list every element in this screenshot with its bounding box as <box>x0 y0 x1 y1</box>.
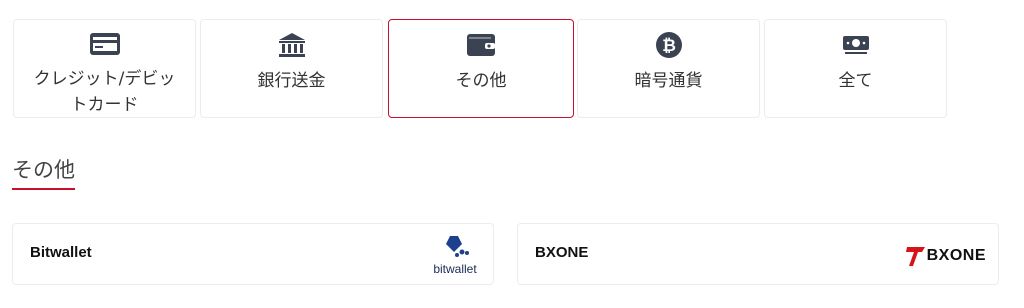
tab-label: 全て <box>838 71 873 91</box>
svg-text:₿: ₿ <box>662 36 676 56</box>
credit-card-icon <box>89 32 121 56</box>
tab-other[interactable]: その他 <box>388 19 574 118</box>
payment-method-bitwallet[interactable]: Bitwallet bitwallet <box>12 223 494 285</box>
bxone-logo: BXONE <box>905 244 986 268</box>
logo-text: BXONE <box>926 247 986 264</box>
tab-label: クレジット/デビットカード <box>33 69 176 115</box>
tab-crypto[interactable]: ₿ 暗号通貨 <box>577 19 760 118</box>
bank-icon <box>278 32 306 58</box>
section-title-underline <box>12 188 75 190</box>
bitwallet-logo: bitwallet <box>429 234 481 276</box>
tab-label: その他 <box>455 71 507 91</box>
tab-all[interactable]: 全て <box>764 19 947 118</box>
logo-text: bitwallet <box>433 262 477 276</box>
cash-icon <box>842 32 870 58</box>
section-title: その他 <box>12 158 75 182</box>
tab-bank-transfer[interactable]: 銀行送金 <box>200 19 383 118</box>
tab-label: 銀行送金 <box>257 71 326 91</box>
wallet-icon <box>466 32 496 58</box>
bitwallet-mark-icon <box>446 236 469 257</box>
payment-method-name: Bitwallet <box>30 244 92 261</box>
payment-method-bxone[interactable]: BXONE BXONE <box>517 223 999 285</box>
payment-method-name: BXONE <box>535 244 589 261</box>
bitcoin-icon: ₿ <box>655 32 683 58</box>
tab-label: 暗号通貨 <box>634 71 703 91</box>
bxone-mark-icon <box>905 247 925 266</box>
tab-credit-debit-card[interactable]: クレジット/デビットカード <box>13 19 196 118</box>
